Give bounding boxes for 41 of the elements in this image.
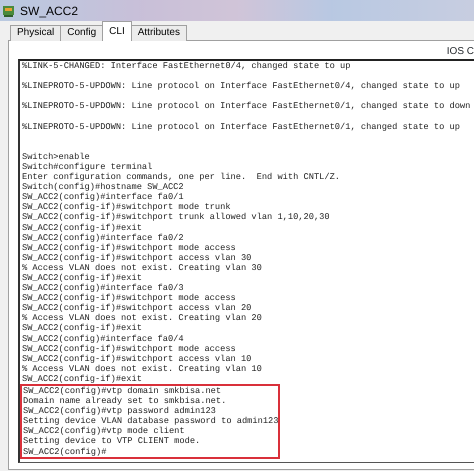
tab[interactable]: Config (60, 25, 104, 41)
terminal-line: SW_ACC2(config-if)#switchport access vlan 10 (22, 354, 252, 364)
terminal-line: SW_ACC2(config)#interface fa0/4 (22, 334, 185, 344)
terminal-line: %LINK-5-CHANGED: Interface FastEthernet0/4, changed state to up (22, 61, 352, 72)
tab[interactable]: Attributes (130, 25, 187, 41)
app-icon (2, 4, 16, 18)
terminal-line: SW_ACC2(config-if)#exit (22, 323, 143, 334)
terminal-line: SW_ACC2(config)#interface fa0/1 (22, 192, 185, 202)
terminal-line: SW_ACC2(config)#vtp domain smkbisa.net (23, 386, 222, 396)
tab[interactable]: CLI (102, 21, 132, 41)
terminal-line: Setting device to VTP CLIENT mode. (23, 436, 202, 447)
window-title: SW_ACC2 (20, 2, 78, 20)
terminal-line: %LINEPROTO-5-UPDOWN: Line protocol on Interface FastEthernet0/1, changed state to down (22, 101, 472, 112)
terminal-line: Enter configuration commands, one per line. End with CNTL/Z. (22, 172, 342, 182)
terminal-line: Switch#configure terminal (22, 162, 154, 172)
terminal-line: Setting device VLAN database password to admin123 (23, 416, 278, 426)
terminal-line: Domain name already set to smkbisa.net. (23, 396, 228, 406)
terminal-line: SW_ACC2(config)#vtp mode client (23, 426, 186, 436)
terminal-line: SW_ACC2(config-if)#exit (22, 374, 143, 384)
terminal-line: SW_ACC2(config-if)#switchport access vlan 30 (22, 252, 252, 263)
terminal-line: %LINEPROTO-5-UPDOWN: Line protocol on Interface FastEthernet0/4, changed state to up (22, 81, 461, 92)
terminal-line: SW_ACC2(config)#vtp password admin123 (23, 406, 217, 416)
terminal-line: SW_ACC2(config)#interface fa0/2 (22, 232, 185, 243)
terminal-line: SW_ACC2(config-if)#exit (22, 272, 143, 284)
tab[interactable]: Physical (10, 25, 62, 41)
terminal-line: % Access VLAN does not exist. Creating vlan 30 (22, 262, 263, 273)
terminal-line: SW_ACC2(config-if)#switchport access vlan 20 (22, 303, 252, 314)
terminal-line: % Access VLAN does not exist. Creating vlan 10 (22, 364, 263, 374)
terminal-line: SW_ACC2(config-if)#switchport trunk allowed vlan 1,10,20,30 (22, 212, 331, 222)
terminal-line: % Access VLAN does not exist. Creating vlan 20 (22, 313, 263, 324)
panel-title: IOS C (446, 46, 474, 57)
terminal-line: Switch(config)#hostname SW_ACC2 (22, 182, 185, 192)
terminal-line: SW_ACC2(config-if)#switchport mode trunk (22, 202, 232, 212)
terminal-line: SW_ACC2(config-if)#switchport mode access (22, 242, 237, 253)
terminal-line: SW_ACC2(config-if)#switchport mode access (22, 344, 237, 354)
terminal-line: SW_ACC2(config)# (23, 446, 108, 457)
terminal-line: SW_ACC2(config)#interface fa0/3 (22, 283, 185, 294)
terminal-line: Switch>enable (22, 152, 91, 162)
terminal-line: %LINEPROTO-5-UPDOWN: Line protocol on Interface FastEthernet0/1, changed state to up (22, 122, 461, 132)
terminal-line: SW_ACC2(config-if)#switchport mode access (22, 293, 237, 304)
terminal-line: SW_ACC2(config-if)#exit (22, 222, 143, 233)
